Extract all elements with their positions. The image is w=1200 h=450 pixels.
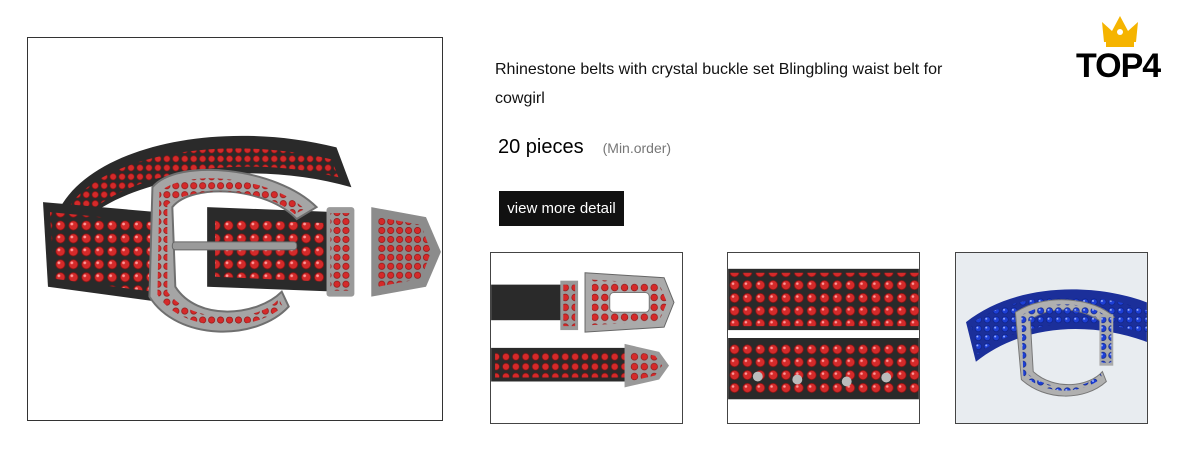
thumbnail-strap[interactable] bbox=[727, 252, 920, 424]
buckle-closeup-image bbox=[491, 272, 675, 388]
logo-text: TOP4 bbox=[1076, 47, 1161, 85]
thumbnail-buckle[interactable] bbox=[490, 252, 683, 424]
quantity-value: 20 pieces bbox=[498, 136, 584, 158]
blue-rhinestone-belt-image bbox=[956, 253, 1147, 423]
view-more-detail-button[interactable]: view more detail bbox=[499, 191, 624, 226]
main-product-image[interactable] bbox=[27, 37, 443, 421]
min-order: 20 pieces (Min.order) bbox=[498, 136, 671, 159]
thumbnail-blue-belt[interactable] bbox=[955, 252, 1148, 424]
product-title: Rhinestone belts with crystal buckle set… bbox=[495, 61, 943, 107]
brand-logo[interactable]: TOP4 bbox=[1076, 14, 1172, 84]
crown-icon bbox=[1102, 16, 1138, 47]
min-order-note: (Min.order) bbox=[602, 140, 672, 156]
strap-closeup-image bbox=[728, 268, 919, 400]
red-rhinestone-belt-image bbox=[43, 135, 441, 333]
